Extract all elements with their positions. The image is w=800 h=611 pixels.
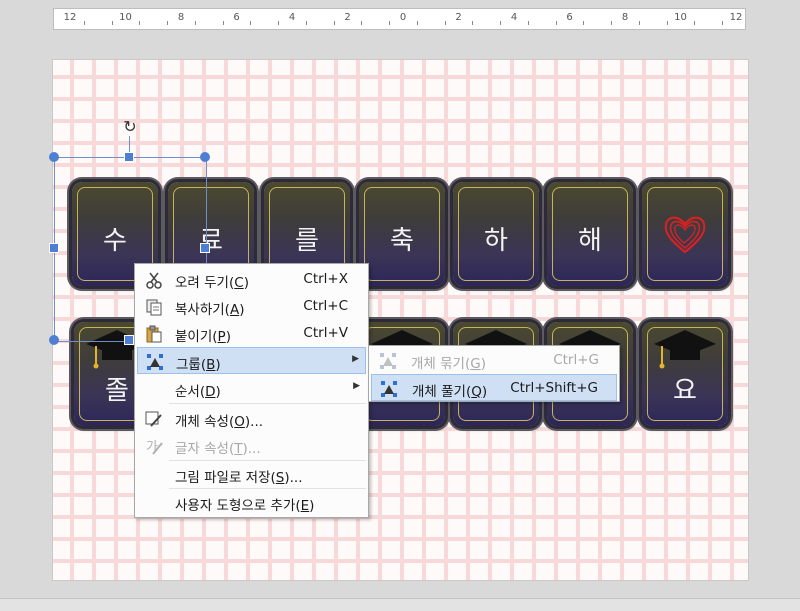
ruler-label: 12 [729, 12, 743, 23]
ruler-tick [527, 21, 529, 25]
ruler-label: 12 [63, 12, 77, 23]
ruler-tick [583, 21, 585, 25]
group-objects-icon [380, 353, 396, 369]
ruler-tick [83, 21, 85, 25]
tile-character: 하 [484, 226, 508, 256]
ruler-tick [722, 21, 724, 25]
ruler-tick [167, 21, 169, 25]
menu-item-object-properties[interactable]: 개체 속성(O)... [137, 405, 366, 432]
ruler-label: 2 [344, 12, 351, 23]
shortcut-text: Ctrl+Shift+G [510, 380, 598, 396]
ruler-tick [444, 21, 446, 25]
heart-icon [664, 216, 706, 254]
ruler-tick [638, 21, 640, 25]
ruler-tick [500, 21, 502, 25]
resize-handle-top[interactable] [124, 152, 134, 162]
ruler-tick [555, 21, 557, 25]
menu-item-order[interactable]: 순서(D) ▶ [137, 375, 366, 402]
menu-item-add-user-shape[interactable]: 사용자 도형으로 추가(E) [137, 489, 366, 516]
ruler-tick [666, 21, 668, 25]
submenu-item-ungroup-objects[interactable]: 개체 풀기(Q) Ctrl+Shift+G [371, 374, 617, 401]
ruler-label: 8 [177, 12, 185, 23]
menu-item-save-as-image[interactable]: 그림 파일로 저장(S)... [137, 461, 366, 488]
resize-handle-bottom[interactable] [124, 335, 134, 345]
menu-separator [169, 403, 366, 404]
letter-tile[interactable]: 요 [642, 322, 728, 426]
tile-character: 해 [578, 226, 602, 256]
group-icon [147, 354, 163, 370]
heart-tile[interactable] [642, 182, 728, 286]
shortcut-text: Ctrl+G [553, 352, 599, 368]
submenu-arrow-icon: ▶ [353, 381, 360, 391]
horizontal-ruler[interactable]: 12 10 8 6 4 2 0 2 4 6 8 10 12 [53, 8, 746, 30]
menu-item-cut[interactable]: 오려 두기(C) Ctrl+X [137, 266, 366, 293]
ruler-tick [305, 21, 307, 25]
resize-handle-right[interactable] [200, 243, 210, 253]
object-properties-icon [145, 411, 162, 427]
ruler-tick [250, 21, 252, 25]
ruler-tick [333, 21, 335, 25]
ruler-tick [611, 21, 613, 25]
ruler-tick [139, 21, 141, 25]
rotate-handle-icon[interactable]: ↻ [120, 118, 140, 136]
resize-handle-top-right[interactable] [200, 152, 210, 162]
menu-item-text-properties[interactable]: 가 글자 속성(T)... [137, 432, 366, 459]
ruler-tick [416, 21, 418, 25]
ruler-label: 0 [399, 12, 407, 23]
ruler-tick [389, 21, 391, 25]
resize-handle-top-left[interactable] [49, 152, 59, 162]
ruler-label: 10 [674, 12, 687, 23]
text-properties-icon: 가 [146, 440, 163, 455]
submenu-item-group-objects[interactable]: 개체 묶기(G) Ctrl+G [371, 347, 617, 374]
copy-icon [146, 299, 162, 316]
menu-item-paste[interactable]: 붙이기(P) Ctrl+V [137, 320, 366, 347]
svg-text:가: 가 [146, 440, 158, 455]
tile-character: 요 [673, 376, 697, 406]
group-submenu[interactable]: 개체 묶기(G) Ctrl+G 개체 풀기(Q) Ctrl+Shift+G [368, 345, 620, 402]
ruler-tick [111, 21, 113, 25]
menu-item-group[interactable]: 그룹(B) ▶ [137, 347, 366, 374]
tile-character: 축 [390, 226, 414, 256]
ruler-label: 10 [119, 12, 132, 23]
letter-tile[interactable]: 축 [359, 182, 445, 286]
menu-item-copy[interactable]: 복사하기(A) Ctrl+C [137, 293, 366, 320]
ruler-label: 8 [621, 12, 629, 23]
graduation-cap-icon [654, 330, 716, 369]
scissors-icon [146, 272, 162, 289]
ruler-label: 2 [455, 12, 462, 23]
ruler-tick [472, 21, 474, 25]
ruler-tick [278, 21, 280, 25]
submenu-arrow-icon: ▶ [352, 354, 359, 364]
context-menu[interactable]: 오려 두기(C) Ctrl+X 복사하기(A) Ctrl+C 붙이기(P) Ct… [134, 263, 369, 518]
status-bar [0, 598, 800, 611]
ruler-label: 6 [566, 12, 573, 23]
paste-icon [146, 325, 162, 343]
ruler-tick [222, 21, 224, 25]
ungroup-objects-icon [381, 381, 397, 397]
shortcut-text: Ctrl+X [303, 271, 348, 287]
letter-tile[interactable]: 해 [547, 182, 633, 286]
ruler-tick [194, 21, 196, 25]
ruler-label: 4 [510, 12, 518, 23]
shortcut-text: Ctrl+C [303, 298, 348, 314]
letter-tile[interactable]: 하 [453, 182, 539, 286]
ruler-tick [361, 21, 363, 25]
tile-character: 를 [295, 226, 319, 256]
shortcut-text: Ctrl+V [303, 325, 348, 341]
resize-handle-bottom-left[interactable] [49, 335, 59, 345]
ruler-label: 4 [288, 12, 296, 23]
ruler-tick [694, 21, 696, 25]
resize-handle-left[interactable] [49, 243, 59, 253]
ruler-label: 6 [233, 12, 240, 23]
